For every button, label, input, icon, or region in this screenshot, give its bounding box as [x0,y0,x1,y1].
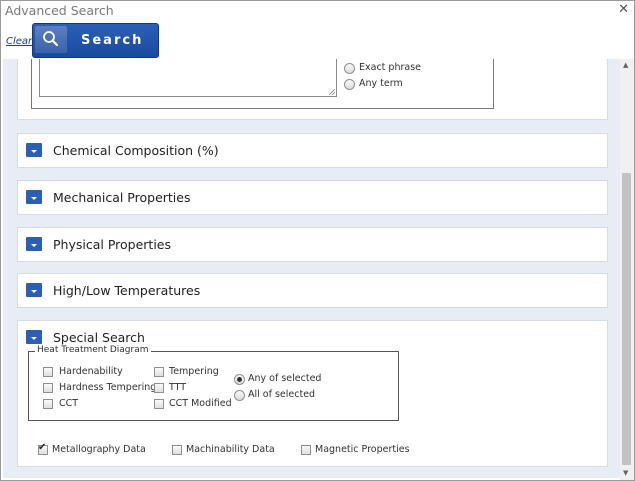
section-title: High/Low Temperatures [53,283,201,298]
vertical-scrollbar[interactable]: ▲ ▼ [620,59,634,480]
chevron-down-icon[interactable] [26,283,42,297]
exact-phrase-label: Exact phrase [359,62,421,73]
advanced-search-dialog: Advanced Search ✕ Clear Search Exact phr… [0,0,635,481]
any-term-radio[interactable] [344,79,355,90]
ttt-checkbox[interactable] [154,383,164,393]
section-title: Chemical Composition (%) [53,143,219,158]
hardenability-label: Hardenability [59,366,123,377]
exact-phrase-radio[interactable] [344,63,355,74]
section-mechanical-properties: Mechanical Properties [17,180,608,215]
cct-modified-checkbox[interactable] [154,399,164,409]
cct-modified-label: CCT Modified [169,398,232,409]
cct-checkbox[interactable] [43,399,53,409]
chevron-down-icon[interactable] [26,237,42,251]
section-physical-properties: Physical Properties [17,227,608,262]
any-of-selected-radio[interactable] [234,374,245,385]
scroll-down-icon[interactable]: ▼ [623,469,628,477]
all-of-selected-radio[interactable] [234,390,245,401]
magnetic-properties-checkbox[interactable] [301,445,311,455]
machinability-data-checkbox[interactable] [172,445,182,455]
section-chemical-composition: Chemical Composition (%) [17,133,608,168]
section-header[interactable]: Mechanical Properties [18,181,607,214]
search-text-area[interactable] [39,59,337,97]
all-of-selected-label: All of selected [248,389,316,400]
hardness-tempering-label: Hardness Tempering [59,382,157,393]
clear-link[interactable]: Clear [6,36,32,47]
close-icon[interactable]: ✕ [618,3,629,17]
chevron-down-icon[interactable] [26,330,42,344]
heat-treatment-fieldset: Heat Treatment Diagram Hardenability Har… [28,345,399,421]
chevron-down-icon[interactable] [26,190,42,204]
hardenability-checkbox[interactable] [43,367,53,377]
section-special-search: Special Search Heat Treatment Diagram Ha… [17,320,608,467]
heat-treatment-legend: Heat Treatment Diagram [35,345,151,355]
any-term-label: Any term [359,78,403,89]
search-content: Exact phrase Any term Chemical Compositi… [3,59,620,478]
machinability-data-label: Machinability Data [186,444,275,455]
search-icon [35,26,67,53]
section-header[interactable]: Chemical Composition (%) [18,134,607,167]
cct-label: CCT [59,398,79,409]
section-title: Physical Properties [53,237,171,252]
search-button[interactable]: Search [32,23,159,58]
hardness-tempering-checkbox[interactable] [43,383,53,393]
scroll-up-icon[interactable]: ▲ [623,61,628,69]
tempering-label: Tempering [169,366,219,377]
metallography-data-label: Metallography Data [52,444,146,455]
section-high-low-temperatures: High/Low Temperatures [17,273,608,308]
scrollbar-thumb[interactable] [622,173,631,465]
resize-grip-icon[interactable] [329,89,335,95]
any-of-selected-label: Any of selected [248,373,322,384]
title-bar: Advanced Search ✕ [1,1,634,21]
window-title: Advanced Search [5,3,114,18]
section-title: Mechanical Properties [53,190,191,205]
metallography-data-checkbox[interactable] [38,442,48,455]
tempering-checkbox[interactable] [154,367,164,377]
magnetic-properties-label: Magnetic Properties [315,444,410,455]
section-header[interactable]: Physical Properties [18,228,607,261]
text-search-panel: Exact phrase Any term [17,59,608,120]
section-header[interactable]: High/Low Temperatures [18,274,607,307]
ttt-label: TTT [169,382,187,393]
chevron-down-icon[interactable] [26,143,42,157]
section-title: Special Search [53,330,145,345]
search-button-label: Search [81,33,144,48]
